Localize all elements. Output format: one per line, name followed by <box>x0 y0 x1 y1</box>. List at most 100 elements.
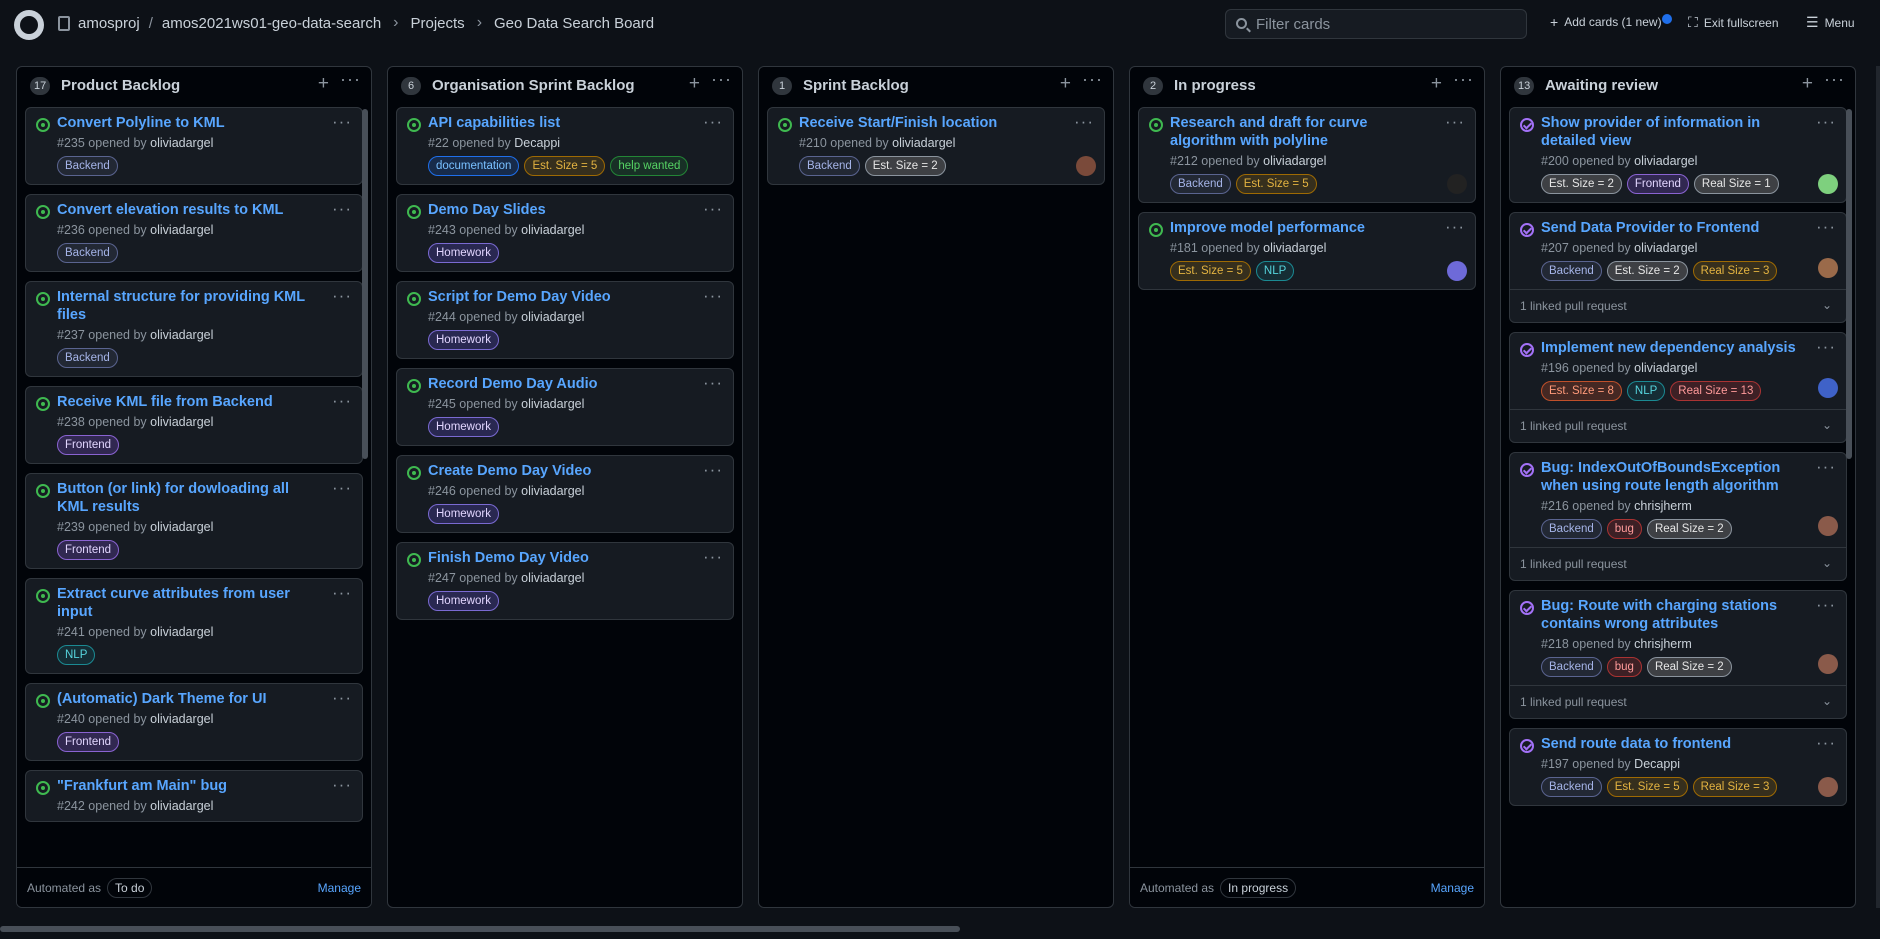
issue-label[interactable]: Backend <box>1541 261 1602 281</box>
issue-label[interactable]: Est. Size = 5 <box>1235 174 1317 194</box>
plus-icon[interactable]: + <box>318 73 329 95</box>
issue-label[interactable]: Backend <box>57 243 118 263</box>
issue-title-link[interactable]: Implement new dependency analysis <box>1541 339 1836 357</box>
issue-author[interactable]: oliviadargel <box>892 136 955 150</box>
issue-title-link[interactable]: Demo Day Slides <box>428 201 723 219</box>
issue-label[interactable]: Est. Size = 2 <box>1606 261 1688 281</box>
github-logo-icon[interactable] <box>14 10 44 40</box>
issue-author[interactable]: oliviadargel <box>1634 241 1697 255</box>
issue-card[interactable]: ··· Research and draft for curve algorith… <box>1138 107 1476 203</box>
linked-pull-request[interactable]: 1 linked pull request ⌄ <box>1510 547 1846 580</box>
kebab-horizontal-icon[interactable]: ··· <box>703 373 723 393</box>
kebab-horizontal-icon[interactable]: ··· <box>1074 112 1094 132</box>
kebab-horizontal-icon[interactable]: ··· <box>332 478 352 498</box>
kebab-horizontal-icon[interactable]: ··· <box>332 112 352 132</box>
issue-title-link[interactable]: Internal structure for providing KML fil… <box>57 288 352 324</box>
issue-label[interactable]: bug <box>1606 657 1642 677</box>
kebab-horizontal-icon[interactable]: ··· <box>1816 733 1836 753</box>
issue-title-link[interactable]: Send Data Provider to Frontend <box>1541 219 1836 237</box>
issue-author[interactable]: oliviadargel <box>150 799 213 813</box>
kebab-horizontal-icon[interactable]: ··· <box>332 199 352 219</box>
issue-author[interactable]: oliviadargel <box>150 328 213 342</box>
kebab-horizontal-icon[interactable]: ··· <box>332 391 352 411</box>
issue-card[interactable]: ··· Button (or link) for dowloading all K… <box>25 473 363 569</box>
kebab-horizontal-icon[interactable]: ··· <box>1453 69 1474 90</box>
issue-label[interactable]: Real Size = 13 <box>1670 381 1762 401</box>
kebab-horizontal-icon[interactable]: ··· <box>1082 69 1103 90</box>
kebab-horizontal-icon[interactable]: ··· <box>332 688 352 708</box>
issue-title-link[interactable]: Convert Polyline to KML <box>57 114 352 132</box>
issue-author[interactable]: oliviadargel <box>521 397 584 411</box>
issue-title-link[interactable]: Convert elevation results to KML <box>57 201 352 219</box>
menu-button[interactable]: ☰ Menu <box>1806 14 1855 31</box>
kebab-horizontal-icon[interactable]: ··· <box>1816 337 1836 357</box>
kebab-horizontal-icon[interactable]: ··· <box>332 583 352 603</box>
issue-label[interactable]: Real Size = 1 <box>1693 174 1779 194</box>
issue-author[interactable]: oliviadargel <box>150 625 213 639</box>
add-cards-button[interactable]: + Add cards (1 new) <box>1550 14 1662 30</box>
issue-card[interactable]: ··· Bug: Route with charging stations con… <box>1509 590 1847 719</box>
issue-label[interactable]: Real Size = 3 <box>1692 777 1778 797</box>
issue-author[interactable]: oliviadargel <box>150 415 213 429</box>
issue-label[interactable]: Homework <box>428 504 499 524</box>
plus-icon[interactable]: + <box>1431 73 1442 95</box>
issue-label[interactable]: Homework <box>428 243 499 263</box>
issue-card[interactable]: ··· Record Demo Day Audio #245 opened by o… <box>396 368 734 446</box>
avatar[interactable] <box>1818 378 1838 398</box>
manage-automation-link[interactable]: Manage <box>1431 881 1474 895</box>
issue-card[interactable]: ··· Receive Start/Finish location #210 ope… <box>767 107 1105 185</box>
kebab-horizontal-icon[interactable]: ··· <box>703 460 723 480</box>
issue-author[interactable]: oliviadargel <box>521 223 584 237</box>
avatar[interactable] <box>1076 156 1096 176</box>
linked-pull-request[interactable]: 1 linked pull request ⌄ <box>1510 685 1846 718</box>
kebab-horizontal-icon[interactable]: ··· <box>1816 595 1836 615</box>
issue-card[interactable]: ··· Internal structure for providing KML … <box>25 281 363 377</box>
issue-title-link[interactable]: Create Demo Day Video <box>428 462 723 480</box>
kebab-horizontal-icon[interactable]: ··· <box>1445 112 1465 132</box>
issue-card[interactable]: ··· Improve model performance #181 opened … <box>1138 212 1476 290</box>
avatar[interactable] <box>1818 174 1838 194</box>
issue-title-link[interactable]: Script for Demo Day Video <box>428 288 723 306</box>
avatar[interactable] <box>1447 261 1467 281</box>
issue-label[interactable]: Est. Size = 5 <box>524 156 606 176</box>
issue-label[interactable]: Homework <box>428 330 499 350</box>
issue-card[interactable]: ··· API capabilities list #22 opened by De… <box>396 107 734 185</box>
issue-title-link[interactable]: Button (or link) for dowloading all KML … <box>57 480 352 516</box>
issue-title-link[interactable]: API capabilities list <box>428 114 723 132</box>
issue-label[interactable]: Backend <box>799 156 860 176</box>
kebab-horizontal-icon[interactable]: ··· <box>340 69 361 90</box>
issue-label[interactable]: documentation <box>428 156 520 176</box>
linked-pull-request[interactable]: 1 linked pull request ⌄ <box>1510 289 1846 322</box>
issue-author[interactable]: chrisjherm <box>1634 499 1692 513</box>
issue-author[interactable]: oliviadargel <box>150 520 213 534</box>
issue-title-link[interactable]: Record Demo Day Audio <box>428 375 723 393</box>
issue-title-link[interactable]: Receive Start/Finish location <box>799 114 1094 132</box>
issue-label[interactable]: Backend <box>1170 174 1231 194</box>
issue-card[interactable]: ··· Send route data to frontend #197 opene… <box>1509 728 1847 806</box>
issue-label[interactable]: Frontend <box>57 732 120 752</box>
issue-label[interactable]: Est. Size = 8 <box>1541 381 1622 401</box>
linked-pull-request[interactable]: 1 linked pull request ⌄ <box>1510 409 1846 442</box>
issue-label[interactable]: Est. Size = 2 <box>864 156 946 176</box>
kebab-horizontal-icon[interactable]: ··· <box>1816 217 1836 237</box>
kebab-horizontal-icon[interactable]: ··· <box>703 286 723 306</box>
kebab-horizontal-icon[interactable]: ··· <box>711 69 732 90</box>
issue-author[interactable]: Decappi <box>514 136 560 150</box>
plus-icon[interactable]: + <box>1802 73 1813 95</box>
issue-author[interactable]: oliviadargel <box>1263 241 1326 255</box>
kebab-horizontal-icon[interactable]: ··· <box>1816 112 1836 132</box>
issue-label[interactable]: Est. Size = 2 <box>1541 174 1622 194</box>
issue-label[interactable]: Backend <box>57 156 118 176</box>
issue-card[interactable]: ··· Convert elevation results to KML #236 … <box>25 194 363 272</box>
issue-title-link[interactable]: Show provider of information in detailed… <box>1541 114 1836 150</box>
issue-card[interactable]: ··· Extract curve attributes from user in… <box>25 578 363 674</box>
issue-title-link[interactable]: Finish Demo Day Video <box>428 549 723 567</box>
issue-card[interactable]: ··· Show provider of information in detai… <box>1509 107 1847 203</box>
issue-title-link[interactable]: (Automatic) Dark Theme for UI <box>57 690 352 708</box>
issue-card[interactable]: ··· Demo Day Slides #243 opened by oliviad… <box>396 194 734 272</box>
issue-label[interactable]: Real Size = 2 <box>1646 657 1732 677</box>
filter-cards-input[interactable] <box>1256 15 1516 33</box>
avatar[interactable] <box>1818 654 1838 674</box>
kebab-horizontal-icon[interactable]: ··· <box>703 199 723 219</box>
issue-card[interactable]: ··· Finish Demo Day Video #247 opened by o… <box>396 542 734 620</box>
